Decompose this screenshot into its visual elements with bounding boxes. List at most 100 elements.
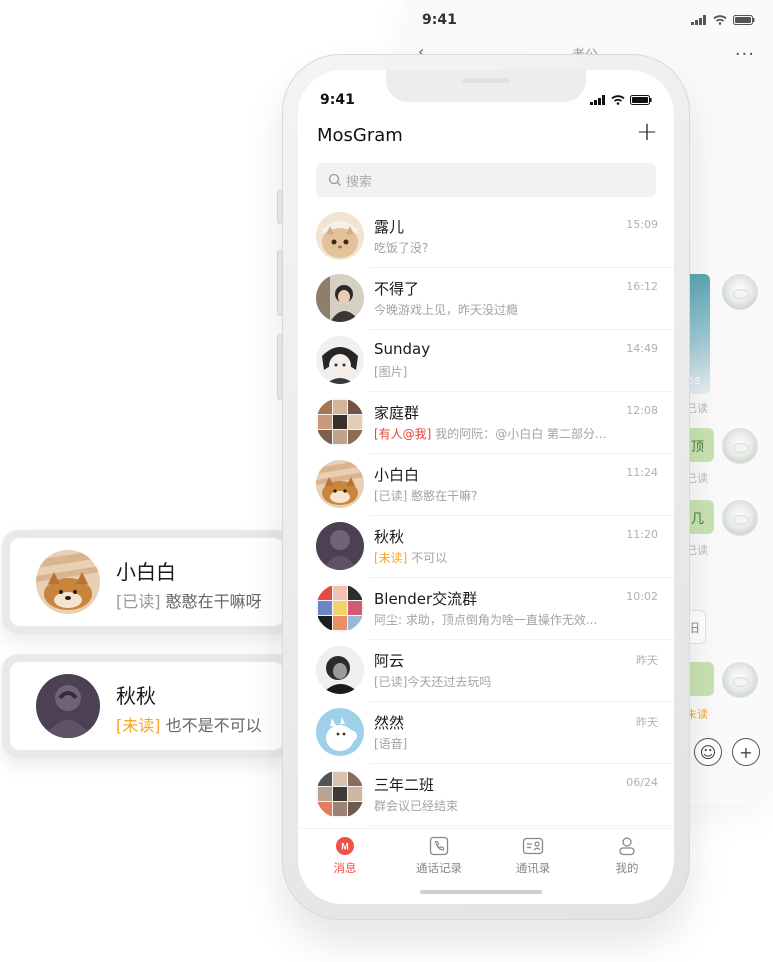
- more-icon[interactable]: ···: [735, 44, 755, 65]
- contact-name: 露儿: [374, 218, 405, 236]
- phone-icon: [429, 836, 449, 856]
- signal-icon: [691, 15, 706, 25]
- plus-icon[interactable]: +: [732, 738, 760, 766]
- tab-bar: M 消息 通话记录 通讯录 我的: [298, 828, 674, 880]
- chat-list-item[interactable]: 阿云 [已读]今天还过去玩吗 昨天: [298, 640, 674, 702]
- avatar[interactable]: [722, 428, 758, 464]
- avatar[interactable]: [722, 500, 758, 536]
- svg-text:M: M: [341, 842, 349, 852]
- avatar[interactable]: [722, 274, 758, 310]
- tab-label: 消息: [333, 861, 357, 875]
- avatar[interactable]: [722, 662, 758, 698]
- message-time: 14:49: [626, 342, 658, 355]
- avatar: [316, 398, 364, 446]
- chat-list-item[interactable]: 不得了 今晚游戏上见，昨天没过瘾 16:12: [298, 268, 674, 330]
- message-text: 群会议已经结束: [374, 799, 459, 813]
- message-text: 阿尘: 求助，顶点倒角为啥一直操作无效...: [374, 613, 598, 627]
- message-preview: [已读] 憨憨在干嘛呀: [116, 588, 262, 612]
- message-text: [图片]: [374, 365, 408, 379]
- message-text: 也不是不可以: [160, 716, 262, 735]
- battery-icon: [733, 15, 755, 25]
- avatar: [316, 584, 364, 632]
- message-preview: [语音]: [374, 735, 614, 752]
- tab-label: 我的: [615, 861, 639, 875]
- message-icon: M: [336, 837, 354, 855]
- divider: [370, 825, 674, 826]
- chat-list-item[interactable]: 秋秋 [未读] 不可以 11:20: [298, 516, 674, 578]
- tab-call-log[interactable]: 通话记录: [392, 829, 486, 880]
- contact-name: 不得了: [374, 280, 420, 298]
- message-preview: [图片]: [374, 363, 614, 380]
- chat-list-item[interactable]: Sunday [图片] 14:49: [298, 330, 674, 392]
- person-icon: [619, 837, 635, 856]
- avatar: [36, 674, 100, 738]
- message-time: 06/24: [626, 776, 658, 789]
- read-tag: [已读]: [116, 592, 161, 611]
- message-preview: [有人@我] 我的阿阮：@小白白 第二部分...: [374, 425, 614, 442]
- avatar: [316, 336, 364, 384]
- message-preview: [已读] 憨憨在干嘛?: [374, 487, 614, 504]
- message-time: 15:09: [626, 218, 658, 231]
- tab-label: 通讯录: [515, 861, 551, 875]
- emoji-icon[interactable]: ☺: [694, 738, 722, 766]
- message-time: 11:24: [626, 466, 658, 479]
- home-indicator: [420, 890, 542, 894]
- message-time: 11:20: [626, 528, 658, 541]
- message-bubble[interactable]: 顶: [686, 428, 714, 462]
- contact-name: 家庭群: [374, 404, 420, 422]
- search-input[interactable]: 搜索: [316, 163, 656, 197]
- message-text: 憨憨在干嘛呀: [160, 592, 262, 611]
- message-text: [已读]今天还过去玩吗: [374, 675, 492, 689]
- wifi-icon: [611, 95, 625, 105]
- message-preview: [未读] 也不是不可以: [116, 712, 262, 736]
- message-text: [语音]: [374, 737, 408, 751]
- message-preview: 今晚游戏上见，昨天没过瘾: [374, 301, 614, 318]
- contact-name: Sunday: [374, 340, 431, 358]
- message-text: 今晚游戏上见，昨天没过瘾: [374, 303, 519, 317]
- contact-name: Blender交流群: [374, 590, 478, 608]
- avatar: [316, 770, 364, 818]
- contact-name: 然然: [374, 714, 405, 732]
- message-preview: 阿尘: 求助，顶点倒角为啥一直操作无效...: [374, 611, 614, 628]
- avatar: [316, 646, 364, 694]
- message-time: 12:08: [626, 404, 658, 417]
- message-text: 我的阿阮：@小白白 第二部分...: [431, 427, 607, 441]
- tab-me[interactable]: 我的: [580, 829, 674, 880]
- phone-frame: 9:41 MosGram + 搜索 露儿 吃饭了没? 15:09 不得了 今晚游戏上见，…: [277, 54, 690, 920]
- chat-list-item[interactable]: 露儿 吃饭了没? 15:09: [298, 206, 674, 268]
- tab-contacts[interactable]: 通讯录: [486, 829, 580, 880]
- avatar: [316, 212, 364, 260]
- status-icons: [590, 95, 652, 105]
- background-status-icons: [691, 15, 755, 25]
- app-title: MosGram: [317, 125, 403, 146]
- message-text: [已读] 憨憨在干嘛?: [374, 489, 478, 503]
- avatar: [36, 550, 100, 614]
- plus-icon[interactable]: +: [634, 119, 660, 146]
- chat-list-item[interactable]: 三年二班群会议已经结束 06/24: [298, 764, 674, 826]
- chat-list-item[interactable]: Blender交流群阿尘: 求助，顶点倒角为啥一直操作无效... 10:02: [298, 578, 674, 640]
- avatar: [316, 274, 364, 322]
- chat-list-item[interactable]: 小白白 [已读] 憨憨在干嘛? 11:24: [298, 454, 674, 516]
- background-status-time: 9:41: [422, 12, 457, 28]
- floating-chat-card[interactable]: 秋秋 [未读] 也不是不可以: [2, 654, 292, 758]
- message-bubble[interactable]: 几: [686, 500, 714, 534]
- contact-name: 小白白: [116, 560, 176, 584]
- chat-list: 露儿 吃饭了没? 15:09 不得了 今晚游戏上见，昨天没过瘾 16:12 Sunday [图…: [298, 206, 674, 826]
- message-time: 昨天: [636, 716, 658, 729]
- contacts-icon: [522, 837, 544, 855]
- contact-name: 小白白: [374, 466, 420, 484]
- search-icon: [328, 173, 341, 186]
- floating-chat-card[interactable]: 小白白 [已读] 憨憨在干嘛呀: [2, 530, 292, 634]
- avatar: [316, 460, 364, 508]
- message-bubble[interactable]: [686, 662, 714, 696]
- contact-name: 三年二班: [374, 776, 435, 794]
- chat-list-item[interactable]: 然然 [语音] 昨天: [298, 702, 674, 764]
- message-time: 10:02: [626, 590, 658, 603]
- search-placeholder: 搜索: [346, 174, 373, 190]
- tab-messages[interactable]: M 消息: [298, 829, 392, 880]
- avatar: [316, 522, 364, 570]
- chat-list-item[interactable]: 家庭群 [有人@我] 我的阿阮：@小白白 第二部分... 12:08: [298, 392, 674, 454]
- unread-tag: [未读]: [374, 551, 408, 565]
- avatar: [316, 708, 364, 756]
- message-preview: 群会议已经结束: [374, 797, 614, 814]
